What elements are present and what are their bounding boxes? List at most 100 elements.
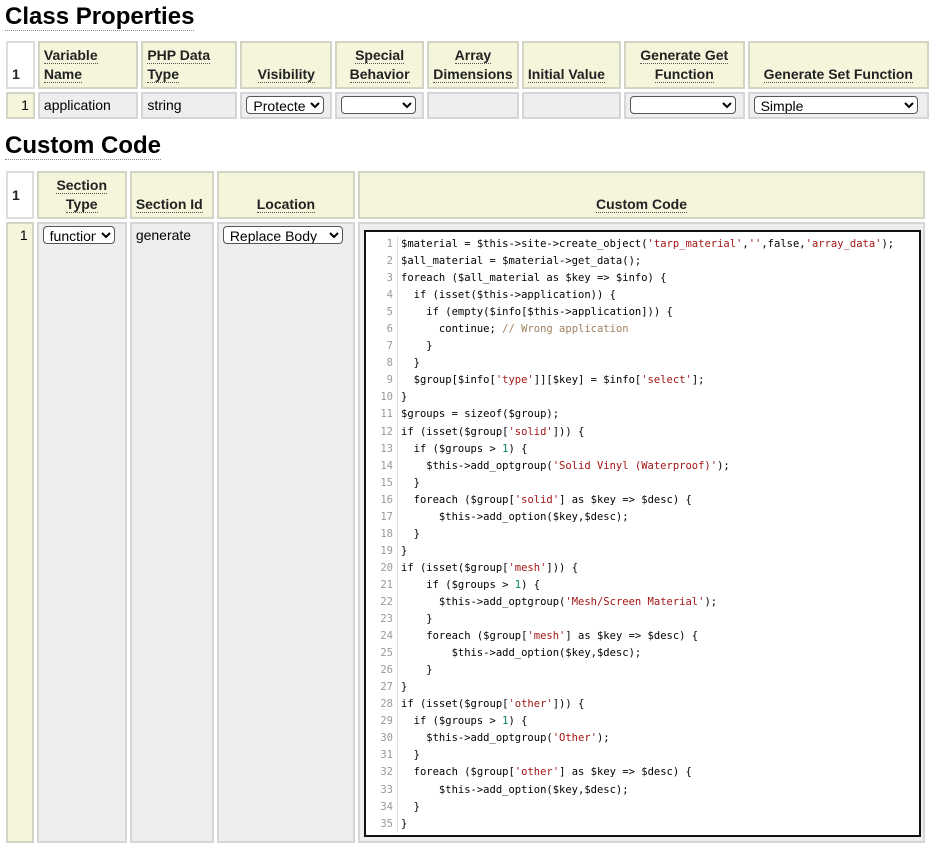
line-number: 16 (366, 491, 398, 509)
col-custom-code: Custom Code (358, 171, 925, 219)
code-line: 16 foreach ($group['solid'] as $key => $… (366, 491, 919, 509)
code-line: 18 } (366, 525, 919, 543)
code-text: if ($groups > 1) { (401, 715, 528, 728)
get-function-select[interactable] (629, 96, 736, 114)
set-function-cell: Simple (747, 92, 929, 119)
code-line: 31 } (366, 747, 919, 765)
code-line: 32 foreach ($group['other'] as $key => $… (366, 764, 919, 782)
line-number: 20 (366, 559, 398, 577)
line-number: 18 (366, 525, 398, 543)
line-number: 34 (366, 798, 398, 816)
array-dimensions-cell[interactable] (426, 92, 519, 119)
visibility-select[interactable]: Protected (246, 96, 325, 114)
code-line: 14 $this->add_optgroup('Solid Vinyl (Wat… (366, 457, 919, 475)
code-line: 13 if ($groups > 1) { (366, 440, 919, 458)
special-behavior-cell (335, 92, 424, 119)
class-properties-table: 1 Variable Name PHP Data Type Visibility… (3, 38, 932, 122)
code-text: } (401, 664, 433, 677)
line-number: 2 (366, 253, 398, 271)
line-number: 12 (366, 423, 398, 441)
col-initial-value: Initial Value (521, 41, 621, 89)
code-line: 29 if ($groups > 1) { (366, 713, 919, 731)
custom-code-table: 1 Section Type Section Id Location Custo… (3, 168, 928, 846)
code-text: $this->add_option($key,$desc); (401, 647, 642, 660)
code-line: 21 if ($groups > 1) { (366, 576, 919, 594)
code-text: if (empty($info[$this->application])) { (401, 306, 673, 319)
code-line: 7 } (366, 338, 919, 356)
line-number: 31 (366, 747, 398, 765)
section-type-select[interactable]: function (42, 226, 115, 244)
code-text: } (401, 476, 420, 489)
visibility-cell: Protected (240, 92, 333, 119)
code-text: foreach ($all_material as $key => $info)… (401, 272, 667, 285)
line-number: 25 (366, 645, 398, 663)
line-number: 13 (366, 440, 398, 458)
code-line: 11 $groups = sizeof($group); (366, 406, 919, 424)
code-line: 5 if (empty($info[$this->application])) … (366, 304, 919, 322)
line-number: 9 (366, 372, 398, 390)
custom-code-cell: 1 $material = $this->site->create_object(… (358, 222, 925, 843)
code-text: } (401, 613, 433, 626)
code-line: 25 $this->add_option($key,$desc); (366, 645, 919, 663)
code-line: 33 $this->add_option($key,$desc); (366, 781, 919, 799)
code-text: } (401, 527, 420, 540)
code-line: 12 if (isset($group['solid'])) { (366, 423, 919, 441)
code-text: if (isset($this->application)) { (401, 289, 616, 302)
col-array-dimensions: Array Dimensions (426, 41, 519, 89)
col-section-type: Section Type (36, 171, 127, 219)
row-count: 1 (6, 41, 35, 89)
code-line: 4 if (isset($this->application)) { (366, 287, 919, 305)
line-number: 10 (366, 389, 398, 407)
special-behavior-select[interactable] (341, 96, 417, 114)
code-text: $this->add_optgroup('Mesh/Screen Materia… (401, 595, 718, 608)
code-text: if (isset($group['solid'])) { (401, 425, 585, 438)
variable-name-cell[interactable]: application (37, 92, 139, 119)
code-text: } (401, 340, 433, 353)
php-type-cell[interactable]: string (141, 92, 238, 119)
code-text: foreach ($group['other'] as $key => $des… (401, 766, 692, 779)
set-function-select[interactable]: Simple (753, 96, 918, 114)
line-number: 3 (366, 270, 398, 288)
code-text: } (401, 800, 420, 813)
code-text: $all_material = $material->get_data(); (401, 255, 642, 268)
line-number: 15 (366, 474, 398, 492)
code-text: $material = $this->site->create_object('… (401, 238, 895, 250)
col-generate-get: Generate Get Function (623, 41, 745, 89)
table-row: 1 application string Protected Simple (6, 92, 929, 119)
line-number: 1 (366, 236, 398, 254)
code-text: } (401, 749, 420, 762)
line-number: 35 (366, 815, 398, 833)
code-line: 35} (366, 815, 919, 833)
code-text: $this->add_option($key,$desc); (401, 510, 629, 523)
line-number: 7 (366, 338, 398, 356)
col-special-behavior: Special Behavior (335, 41, 424, 89)
row-number: 1 (6, 92, 35, 119)
code-editor[interactable]: 1 $material = $this->site->create_object(… (364, 230, 921, 837)
line-number: 21 (366, 576, 398, 594)
code-line: 24 foreach ($group['mesh'] as $key => $d… (366, 628, 919, 646)
col-variable-name: Variable Name (37, 41, 139, 89)
code-line: 34 } (366, 798, 919, 816)
code-text: if (isset($group['mesh'])) { (401, 561, 579, 574)
line-number: 24 (366, 628, 398, 646)
code-text: } (401, 817, 408, 830)
code-line: 9 $group[$info['type']][$key] = $info['s… (366, 372, 919, 390)
header-row: 1 Variable Name PHP Data Type Visibility… (6, 41, 929, 89)
row-number: 1 (6, 222, 34, 843)
code-text: } (401, 544, 408, 557)
code-line: 8 } (366, 355, 919, 373)
code-text: $groups = sizeof($group); (401, 408, 560, 421)
code-line: 15 } (366, 474, 919, 492)
line-number: 17 (366, 508, 398, 526)
location-select[interactable]: Replace Body (222, 226, 343, 244)
code-line: 27} (366, 679, 919, 697)
line-number: 6 (366, 321, 398, 339)
section-type-cell: function (36, 222, 127, 843)
code-text: $this->add_option($key,$desc); (401, 783, 629, 796)
section-id-cell[interactable]: generate (129, 222, 214, 843)
col-generate-set: Generate Set Function (747, 41, 929, 89)
initial-value-cell[interactable] (521, 92, 621, 119)
code-line: 22 $this->add_optgroup('Mesh/Screen Mate… (366, 593, 919, 612)
line-number: 5 (366, 304, 398, 322)
code-text: if (isset($group['other'])) { (401, 698, 585, 711)
